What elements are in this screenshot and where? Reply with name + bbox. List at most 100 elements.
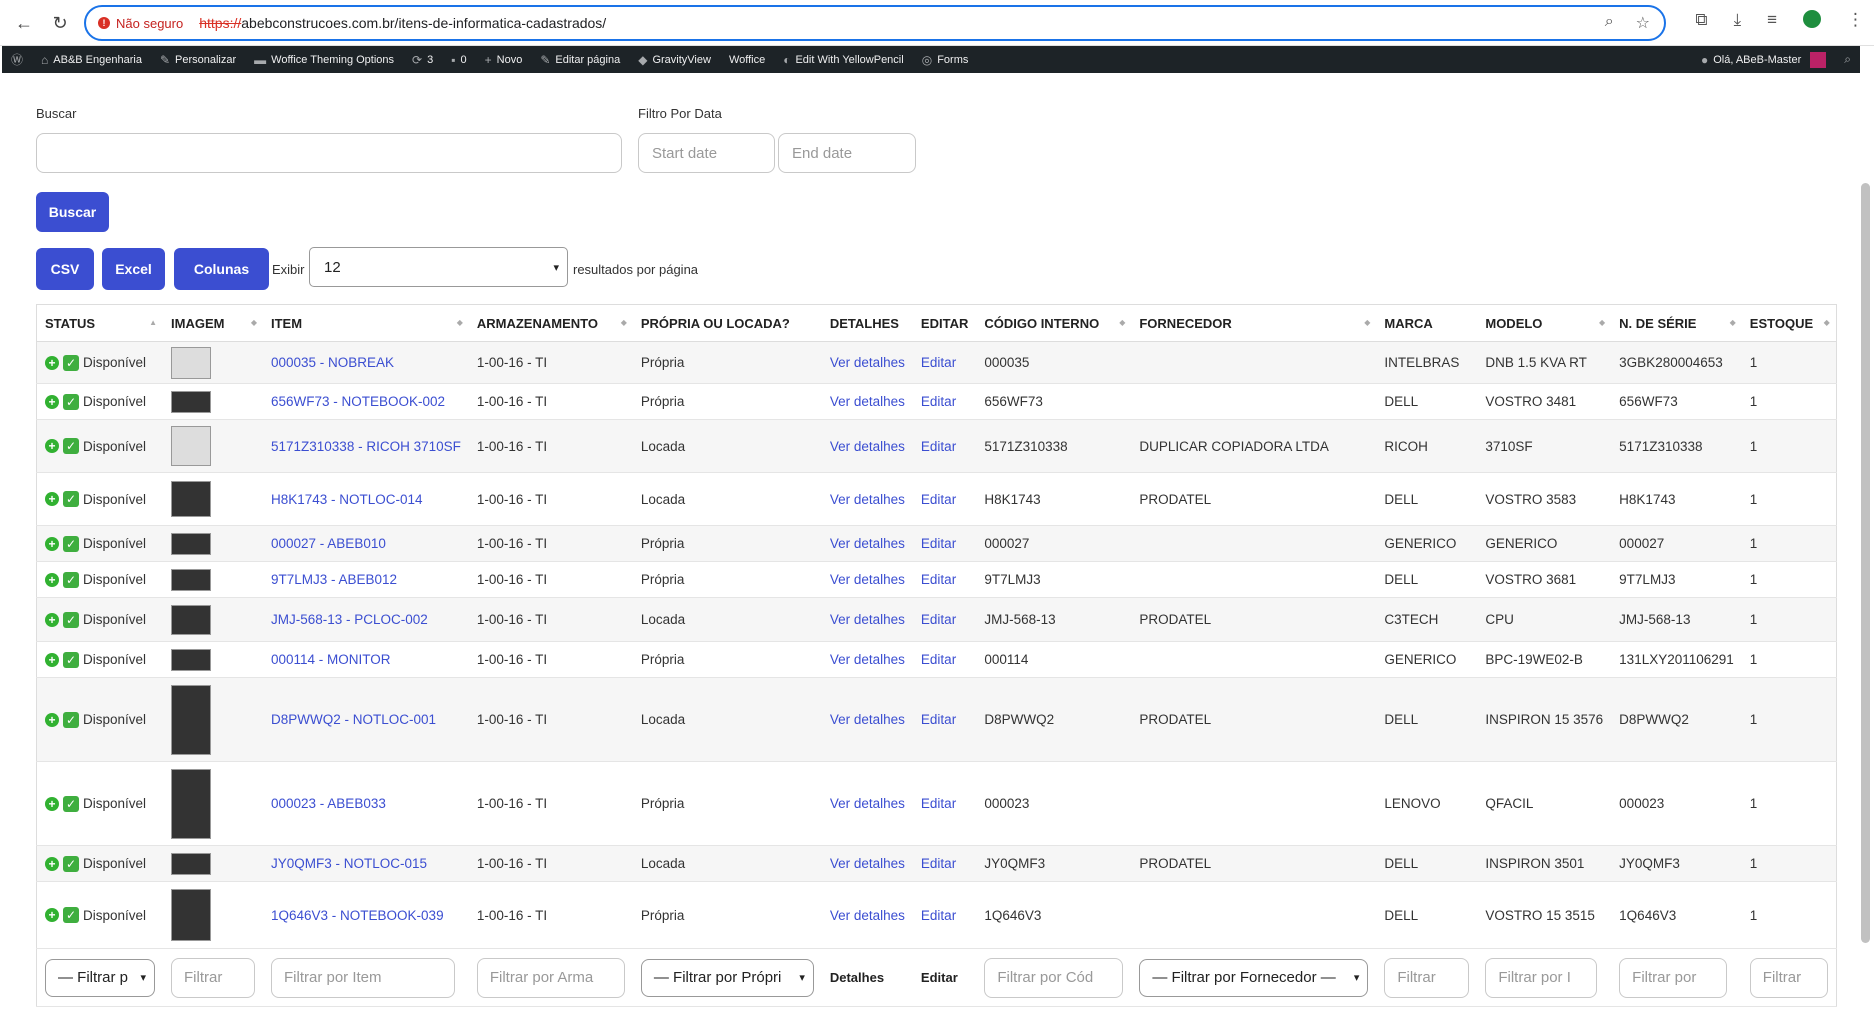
edit-link[interactable]: Editar: [912, 383, 977, 420]
adminbar-new[interactable]: + Novo: [476, 46, 532, 73]
expand-row-icon[interactable]: +: [45, 572, 59, 587]
expand-row-icon[interactable]: +: [45, 536, 59, 551]
expand-row-icon[interactable]: +: [45, 856, 59, 871]
zoom-icon[interactable]: ⌕: [1605, 13, 1614, 33]
item-link[interactable]: 000027 - ABEB010: [263, 525, 469, 562]
column-header-status[interactable]: STATUS ▲: [36, 304, 163, 342]
item-thumbnail[interactable]: [171, 684, 211, 755]
excel-button[interactable]: Excel: [102, 248, 165, 290]
item-link[interactable]: 000023 - ABEB033: [263, 761, 469, 846]
edit-link[interactable]: Editar: [912, 677, 977, 762]
expand-row-icon[interactable]: +: [45, 796, 59, 811]
expand-row-icon[interactable]: +: [45, 612, 59, 627]
extensions-icon[interactable]: ⧉: [1695, 10, 1707, 30]
wordpress-logo[interactable]: Ⓦ: [2, 46, 32, 73]
details-link[interactable]: Ver detalhes: [821, 597, 913, 642]
search-button[interactable]: Buscar: [36, 192, 109, 232]
expand-row-icon[interactable]: +: [45, 439, 59, 453]
adminbar-search[interactable]: ⌕: [1835, 46, 1860, 73]
adminbar-gravityview[interactable]: ◆ GravityView: [629, 46, 720, 73]
edit-link[interactable]: Editar: [912, 597, 977, 642]
item-link[interactable]: 1Q646V3 - NOTEBOOK-039: [263, 881, 469, 949]
columns-button[interactable]: Colunas: [174, 248, 269, 290]
details-link[interactable]: Ver detalhes: [821, 472, 913, 526]
edit-link[interactable]: Editar: [912, 561, 977, 598]
adminbar-customize[interactable]: ✎ Personalizar: [151, 46, 245, 73]
details-link[interactable]: Ver detalhes: [821, 677, 913, 762]
adminbar-account[interactable]: ● Olá, ABeB-Master: [1692, 46, 1835, 73]
item-filter-input[interactable]: Filtrar por Item: [271, 957, 455, 998]
details-link[interactable]: Ver detalhes: [821, 761, 913, 846]
adminbar-comments[interactable]: ▪ 0: [442, 46, 475, 73]
edit-link[interactable]: Editar: [912, 641, 977, 678]
stock-filter-input[interactable]: Filtrar: [1749, 957, 1828, 998]
address-bar[interactable]: ! Não seguro https://abebconstrucoes.com…: [84, 5, 1666, 41]
bookmark-star-icon[interactable]: ☆: [1636, 13, 1650, 33]
end-date-input[interactable]: End date: [778, 133, 916, 173]
details-link[interactable]: Ver detalhes: [821, 525, 913, 562]
column-header-ownership[interactable]: PRÓPRIA OU LOCADA?: [632, 304, 822, 342]
item-link[interactable]: 000114 - MONITOR: [263, 641, 469, 678]
item-thumbnail[interactable]: [171, 852, 211, 875]
expand-row-icon[interactable]: +: [45, 492, 59, 506]
edit-link[interactable]: Editar: [912, 881, 977, 949]
image-filter-input[interactable]: Filtrar: [171, 957, 255, 998]
details-link[interactable]: Ver detalhes: [821, 383, 913, 420]
adminbar-edit-page[interactable]: ✎ Editar página: [531, 46, 629, 73]
column-header-storage[interactable]: ARMAZENAMENTO ◆: [468, 304, 633, 342]
item-link[interactable]: D8PWWQ2 - NOTLOC-001: [263, 677, 469, 762]
column-header-internal-code[interactable]: CÓDIGO INTERNO ◆: [976, 304, 1132, 342]
item-link[interactable]: 656WF73 - NOTEBOOK-002: [263, 383, 469, 420]
adminbar-updates[interactable]: ⟳ 3: [403, 46, 442, 73]
item-thumbnail[interactable]: [171, 768, 211, 839]
column-header-brand[interactable]: MARCA: [1376, 304, 1478, 342]
column-header-image[interactable]: IMAGEM ◆: [163, 304, 263, 342]
details-link[interactable]: Ver detalhes: [821, 341, 913, 384]
playlist-icon[interactable]: ≡: [1767, 10, 1777, 30]
menu-icon[interactable]: ⋮: [1847, 10, 1864, 30]
item-thumbnail[interactable]: [171, 426, 211, 466]
item-thumbnail[interactable]: [171, 648, 211, 671]
item-thumbnail[interactable]: [171, 481, 211, 517]
reload-icon[interactable]: ↻: [46, 9, 74, 37]
expand-row-icon[interactable]: +: [45, 712, 59, 727]
adminbar-forms[interactable]: ◎ Forms: [913, 46, 978, 73]
item-link[interactable]: 9T7LMJ3 - ABEB012: [263, 561, 469, 598]
item-thumbnail[interactable]: [171, 346, 211, 379]
item-thumbnail[interactable]: [171, 889, 211, 941]
page-scrollbar[interactable]: [1861, 183, 1870, 943]
expand-row-icon[interactable]: +: [45, 652, 59, 667]
supplier-filter-select[interactable]: — Filtrar por Fornecedor — ▾: [1139, 958, 1369, 997]
adminbar-yellowpencil[interactable]: ◐ Edit With YellowPencil: [774, 46, 912, 73]
expand-row-icon[interactable]: +: [45, 908, 59, 922]
expand-row-icon[interactable]: +: [45, 394, 59, 409]
edit-link[interactable]: Editar: [912, 525, 977, 562]
details-link[interactable]: Ver detalhes: [821, 419, 913, 473]
item-link[interactable]: JMJ-568-13 - PCLOC-002: [263, 597, 469, 642]
item-link[interactable]: H8K1743 - NOTLOC-014: [263, 472, 469, 526]
adminbar-woffice[interactable]: Woffice: [720, 46, 774, 73]
item-link[interactable]: JY0QMF3 - NOTLOC-015: [263, 845, 469, 882]
internal-code-filter-input[interactable]: Filtrar por Cód: [984, 957, 1124, 998]
adminbar-site[interactable]: ⌂ AB&B Engenharia: [32, 46, 151, 73]
expand-row-icon[interactable]: +: [45, 355, 59, 370]
column-header-supplier[interactable]: FORNECEDOR ◆: [1131, 304, 1377, 342]
details-link[interactable]: Ver detalhes: [821, 845, 913, 882]
per-page-select[interactable]: 12 ▾: [309, 247, 568, 287]
model-filter-input[interactable]: Filtrar por I: [1485, 957, 1598, 998]
back-icon[interactable]: ←: [10, 9, 38, 37]
ownership-filter-select[interactable]: — Filtrar por Própri ▾: [640, 958, 814, 997]
details-link[interactable]: Ver detalhes: [821, 641, 913, 678]
adminbar-theme-options[interactable]: ▬ Woffice Theming Options: [245, 46, 403, 73]
status-filter-select[interactable]: — Filtrar p ▾: [45, 958, 155, 997]
column-header-serial[interactable]: N. DE SÉRIE ◆: [1611, 304, 1742, 342]
item-link[interactable]: 000035 - NOBREAK: [263, 341, 469, 384]
serial-filter-input[interactable]: Filtrar por: [1619, 957, 1728, 998]
edit-link[interactable]: Editar: [912, 341, 977, 384]
item-thumbnail[interactable]: [171, 604, 211, 635]
edit-link[interactable]: Editar: [912, 845, 977, 882]
item-thumbnail[interactable]: [171, 390, 211, 413]
details-link[interactable]: Ver detalhes: [821, 561, 913, 598]
edit-link[interactable]: Editar: [912, 419, 977, 473]
details-link[interactable]: Ver detalhes: [821, 881, 913, 949]
